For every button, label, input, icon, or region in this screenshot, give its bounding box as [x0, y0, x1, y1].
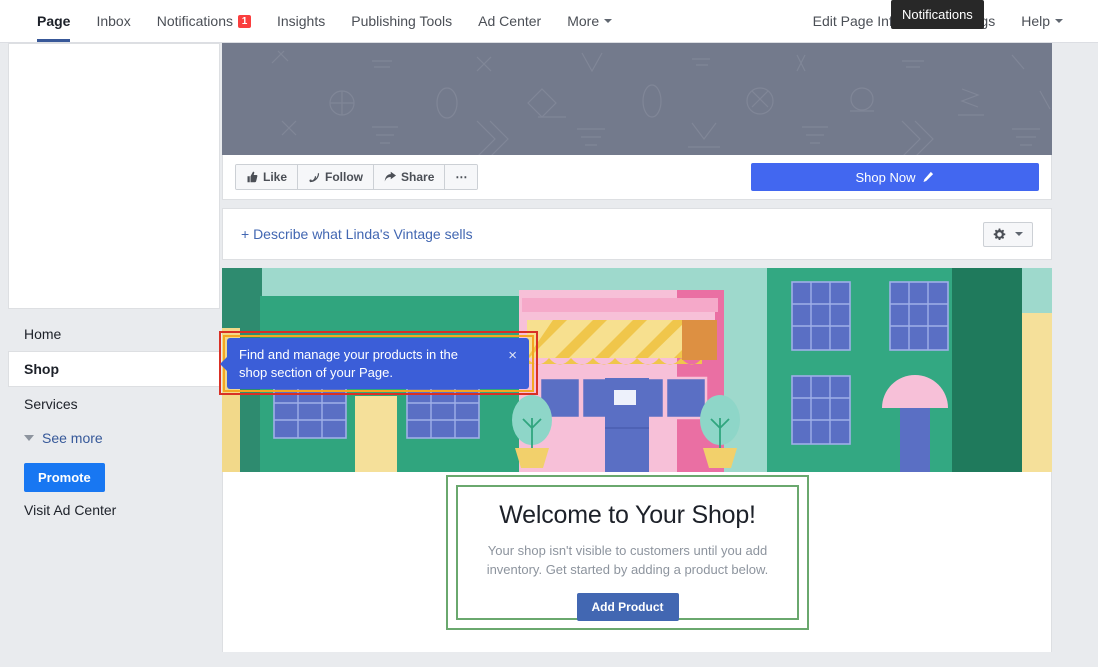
ellipsis-icon: ⋯ [455, 170, 467, 184]
like-button[interactable]: Like [236, 165, 298, 189]
tab-insights-label: Insights [277, 13, 325, 29]
sidebar-nav-list: Home Shop Services See more Promote Visi… [8, 317, 220, 528]
help-button[interactable]: Help [1008, 0, 1076, 42]
promote-button[interactable]: Promote [24, 463, 105, 492]
tab-publishing-tools-label: Publishing Tools [351, 13, 452, 29]
share-button-label: Share [401, 170, 434, 184]
rss-icon [308, 171, 320, 183]
tab-notifications[interactable]: Notifications 1 [144, 0, 264, 42]
sidebar-item-home-label: Home [24, 326, 61, 342]
welcome-title: Welcome to Your Shop! [458, 501, 797, 530]
tab-ad-center-label: Ad Center [478, 13, 541, 29]
tooltip-arrow-icon [220, 356, 228, 372]
tab-inbox-label: Inbox [96, 13, 130, 29]
welcome-card-outer-highlight: Welcome to Your Shop! Your shop isn't vi… [446, 475, 809, 630]
sidebar-item-services-label: Services [24, 396, 78, 412]
welcome-subtitle: Your shop isn't visible to customers unt… [480, 541, 775, 579]
shop-now-cta-button[interactable]: Shop Now [751, 163, 1039, 191]
describe-shop-link[interactable]: + Describe what Linda's Vintage sells [241, 226, 473, 242]
tab-publishing-tools[interactable]: Publishing Tools [338, 0, 465, 42]
sidebar-see-more-label: See more [42, 430, 103, 446]
tab-page[interactable]: Page [24, 0, 83, 42]
gear-icon [993, 228, 1006, 241]
tab-insights[interactable]: Insights [264, 0, 338, 42]
share-button[interactable]: Share [374, 165, 445, 189]
tab-inbox[interactable]: Inbox [83, 0, 143, 42]
tab-more[interactable]: More [554, 0, 625, 42]
chevron-down-icon [604, 19, 612, 23]
add-product-button[interactable]: Add Product [577, 593, 679, 621]
shop-settings-menu-button[interactable] [983, 222, 1033, 247]
welcome-card: Welcome to Your Shop! Your shop isn't vi… [456, 485, 799, 620]
notifications-hover-tooltip: Notifications [891, 0, 984, 29]
page-action-button-group: Like Follow Share ⋯ [235, 164, 478, 190]
nav-left-group: Page Inbox Notifications 1 Insights Publ… [24, 0, 625, 42]
shop-coach-tooltip-text: Find and manage your products in the sho… [239, 346, 489, 382]
chevron-down-icon [1015, 232, 1023, 236]
cover-pattern-icon [222, 43, 1052, 155]
sidebar-item-shop-label: Shop [24, 361, 59, 377]
thumbs-up-icon [246, 171, 258, 183]
describe-shop-bar: + Describe what Linda's Vintage sells [222, 208, 1052, 260]
notifications-badge: 1 [238, 15, 251, 28]
chevron-down-icon [1055, 19, 1063, 23]
follow-button[interactable]: Follow [298, 165, 374, 189]
sidebar-profile-card [8, 43, 220, 309]
sidebar-item-shop[interactable]: Shop [8, 351, 220, 387]
page-cover-photo[interactable] [222, 43, 1052, 155]
help-label: Help [1021, 13, 1050, 29]
close-icon[interactable]: × [508, 346, 519, 363]
visit-ad-center-link[interactable]: Visit Ad Center [8, 492, 220, 528]
shop-coach-tooltip: Find and manage your products in the sho… [227, 338, 529, 389]
tab-notifications-label: Notifications [157, 13, 233, 29]
tab-page-label: Page [37, 13, 70, 29]
more-options-button[interactable]: ⋯ [445, 165, 477, 189]
pencil-icon [922, 171, 934, 183]
shop-empty-state-area: Welcome to Your Shop! Your shop isn't vi… [222, 472, 1052, 652]
tab-more-label: More [567, 13, 599, 29]
sidebar-see-more[interactable]: See more [8, 421, 220, 455]
edit-page-info-label: Edit Page Info [813, 13, 901, 29]
share-arrow-icon [384, 171, 396, 183]
chevron-down-icon [24, 435, 34, 441]
sidebar-item-home[interactable]: Home [8, 317, 220, 351]
shop-now-label: Shop Now [856, 170, 916, 185]
tab-ad-center[interactable]: Ad Center [465, 0, 554, 42]
left-sidebar: Home Shop Services See more Promote Visi… [8, 43, 220, 667]
sidebar-item-services[interactable]: Services [8, 387, 220, 421]
follow-button-label: Follow [325, 170, 363, 184]
page-action-bar: Like Follow Share ⋯ [222, 155, 1052, 200]
like-button-label: Like [263, 170, 287, 184]
